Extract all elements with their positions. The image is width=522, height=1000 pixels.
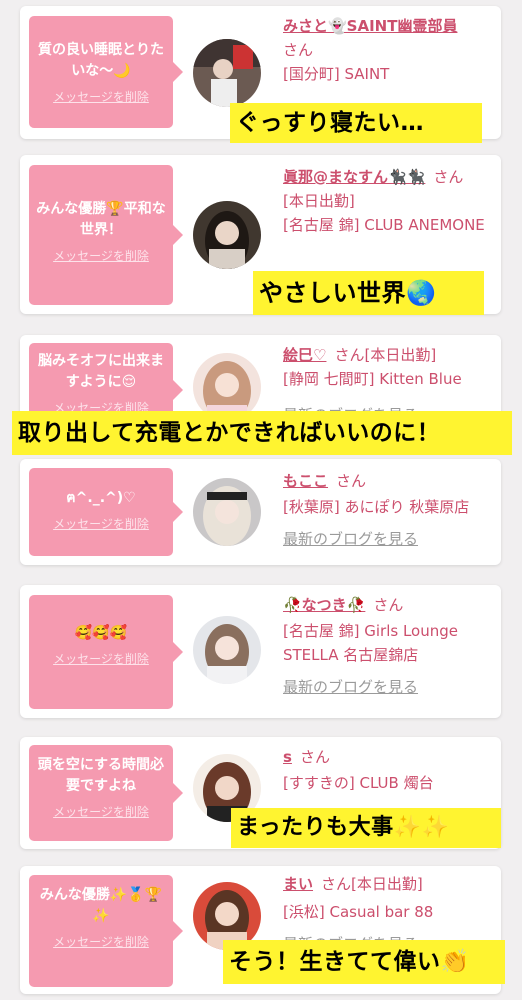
cast-info: s さん [すすきの] CLUB 燭台 bbox=[283, 745, 493, 795]
delete-message-link[interactable]: メッセージを削除 bbox=[35, 517, 167, 531]
cast-name-link[interactable]: 眞那@まなすん🐈‍⬛🐈‍⬛ bbox=[283, 168, 425, 186]
overlay-caption: そう！生きてて偉い👏 bbox=[223, 940, 505, 984]
overlay-caption: ぐっすり寝たい… bbox=[230, 103, 482, 143]
honorific: さん bbox=[283, 41, 314, 59]
honorific: さん bbox=[433, 168, 464, 186]
message-card: 🥰🥰🥰 メッセージを削除 🥀なつき🥀 さん [名古屋 錦] Girls Loung… bbox=[20, 585, 501, 718]
shop-line: [名古屋 錦] CLUB ANEMONE bbox=[283, 216, 485, 234]
message-text: みんな優勝🏆平和な世界！ bbox=[36, 201, 166, 238]
message-text: みんな優勝✨🥇🏆✨ bbox=[39, 887, 163, 924]
message-card: ฅ^._.^)♡ メッセージを削除 もここ さん [秋葉原] あにぽり 秋葉原店 … bbox=[20, 459, 501, 565]
shop-line: [すすきの] CLUB 燭台 bbox=[283, 774, 434, 792]
cast-name-link[interactable]: もここ bbox=[283, 472, 328, 490]
message-bubble: 質の良い睡眠とりたいな〜🌙 メッセージを削除 bbox=[29, 16, 183, 128]
shop-line: [国分町] SAINT bbox=[283, 65, 390, 83]
latest-blog-link[interactable]: 最新のブログを見る bbox=[283, 530, 418, 548]
delete-message-link[interactable]: メッセージを削除 bbox=[35, 249, 167, 263]
cast-name-link[interactable]: 🥀なつき🥀 bbox=[283, 596, 365, 614]
latest-blog-link[interactable]: 最新のブログを見る bbox=[283, 678, 418, 696]
shop-line: [浜松] Casual bar 88 bbox=[283, 903, 434, 921]
message-text: 質の良い睡眠とりたいな〜🌙 bbox=[38, 42, 164, 79]
message-text: 脳みそオフに出来ますように😌 bbox=[38, 353, 164, 390]
delete-message-link[interactable]: メッセージを削除 bbox=[35, 652, 167, 666]
message-bubble: 頭を空にする時間必要ですよね メッセージを削除 bbox=[29, 745, 183, 841]
cast-name-link[interactable]: みさと👻SAINT幽霊部員 bbox=[283, 17, 457, 35]
shop-line: [本日出勤] bbox=[364, 346, 437, 364]
message-bubble: みんな優勝✨🥇🏆✨ メッセージを削除 bbox=[29, 875, 183, 987]
shop-line: [本日出勤] bbox=[351, 875, 423, 893]
cast-info: みさと👻SAINT幽霊部員 さん [国分町] SAINT bbox=[283, 14, 493, 86]
overlay-caption: まったりも大事✨✨ bbox=[231, 808, 501, 848]
shop-line: [静岡 七間町] Kitten Blue bbox=[283, 370, 462, 388]
cast-name-link[interactable]: 絵巳♡ bbox=[283, 346, 326, 364]
shop-line: [本日出勤] bbox=[283, 192, 355, 210]
honorific: さん bbox=[299, 748, 330, 766]
message-text: ฅ^._.^)♡ bbox=[66, 490, 136, 506]
message-text: 🥰🥰🥰 bbox=[74, 625, 128, 641]
message-bubble: 🥰🥰🥰 メッセージを削除 bbox=[29, 595, 183, 709]
cast-info: 🥀なつき🥀 さん [名古屋 錦] Girls Lounge STELLA 名古屋錦… bbox=[283, 593, 493, 699]
delete-message-link[interactable]: メッセージを削除 bbox=[35, 90, 167, 104]
delete-message-link[interactable]: メッセージを削除 bbox=[35, 935, 167, 949]
honorific: さん bbox=[336, 472, 367, 490]
message-bubble: みんな優勝🏆平和な世界！ メッセージを削除 bbox=[29, 165, 183, 305]
shop-line: [秋葉原] あにぽり 秋葉原店 bbox=[283, 498, 470, 516]
message-text: 頭を空にする時間必要ですよね bbox=[37, 757, 165, 794]
overlay-caption: やさしい世界🌏 bbox=[253, 271, 484, 315]
avatar[interactable] bbox=[193, 616, 261, 684]
avatar[interactable] bbox=[193, 201, 261, 269]
message-bubble: ฅ^._.^)♡ メッセージを削除 bbox=[29, 468, 183, 556]
honorific: さん bbox=[373, 596, 404, 614]
cast-info: 眞那@まなすん🐈‍⬛🐈‍⬛ さん [本日出勤] [名古屋 錦] CLUB ANEM… bbox=[283, 165, 493, 237]
delete-message-link[interactable]: メッセージを削除 bbox=[35, 805, 167, 819]
honorific: さん bbox=[321, 875, 352, 893]
overlay-caption: 取り出して充電とかできればいいのに！ bbox=[12, 411, 512, 455]
cast-name-link[interactable]: まい bbox=[283, 875, 313, 893]
avatar[interactable] bbox=[193, 478, 261, 546]
shop-line: [名古屋 錦] Girls Lounge STELLA 名古屋錦店 bbox=[283, 622, 458, 664]
cast-info: もここ さん [秋葉原] あにぽり 秋葉原店 最新のブログを見る bbox=[283, 469, 493, 551]
honorific: さん bbox=[334, 346, 365, 364]
avatar[interactable] bbox=[193, 39, 261, 107]
cast-name-link[interactable]: s bbox=[283, 748, 292, 766]
